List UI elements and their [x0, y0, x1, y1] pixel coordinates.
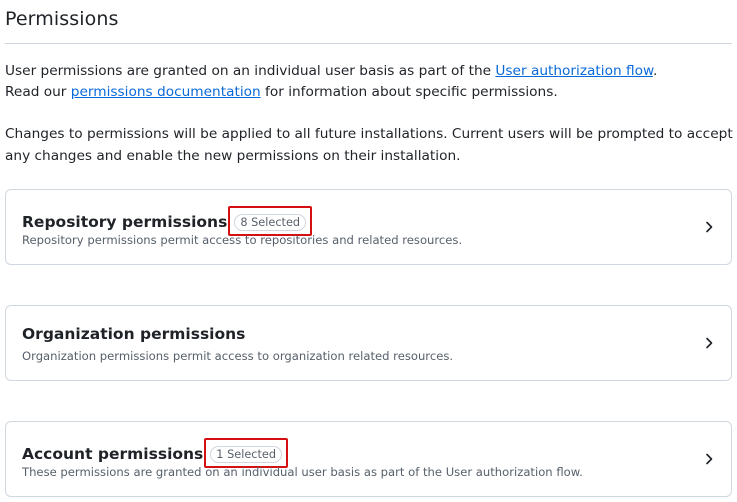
- account-selected-badge: 1 Selected: [210, 446, 283, 463]
- page-title: Permissions: [5, 8, 119, 30]
- intro-line-2-suffix: for information about specific permissio…: [260, 84, 558, 100]
- title-divider: [5, 43, 732, 44]
- organization-permissions-description: Organization permissions permit access t…: [22, 349, 454, 363]
- repository-permissions-description: Repository permissions permit access to …: [22, 233, 463, 247]
- repository-selected-badge: 8 Selected: [234, 214, 307, 231]
- chevron-right-icon[interactable]: [701, 219, 717, 235]
- repository-permissions-card[interactable]: Repository permissions 8 Selected Reposi…: [5, 189, 732, 265]
- user-authorization-flow-link[interactable]: User authorization flow: [495, 63, 653, 79]
- intro-line-1: User permissions are granted on an indiv…: [5, 61, 735, 82]
- intro-line-2-prefix: Read our: [5, 84, 71, 100]
- repository-permissions-title: Repository permissions: [22, 213, 228, 231]
- permissions-documentation-link[interactable]: permissions documentation: [71, 84, 261, 100]
- card-title-row: Organization permissions: [22, 325, 245, 343]
- account-permissions-description: These permissions are granted on an indi…: [22, 465, 583, 479]
- badge-highlight: 1 Selected: [204, 438, 289, 468]
- intro-line-1-prefix: User permissions are granted on an indiv…: [5, 63, 496, 79]
- intro-text: User permissions are granted on an indiv…: [5, 61, 735, 103]
- organization-permissions-title: Organization permissions: [22, 325, 246, 343]
- organization-permissions-card[interactable]: Organization permissions Organization pe…: [5, 305, 732, 381]
- intro-line-2: Read our permissions documentation for i…: [5, 82, 735, 103]
- chevron-right-icon[interactable]: [701, 451, 717, 467]
- account-permissions-card[interactable]: Account permissions 1 Selected These per…: [5, 421, 732, 497]
- changes-note: Changes to permissions will be applied t…: [5, 126, 733, 164]
- intro-line-1-suffix: .: [652, 63, 658, 79]
- chevron-right-icon[interactable]: [701, 335, 717, 351]
- permissions-page: Permissions User permissions are granted…: [0, 0, 737, 502]
- account-permissions-title: Account permissions: [22, 445, 204, 463]
- badge-highlight: 8 Selected: [228, 206, 313, 236]
